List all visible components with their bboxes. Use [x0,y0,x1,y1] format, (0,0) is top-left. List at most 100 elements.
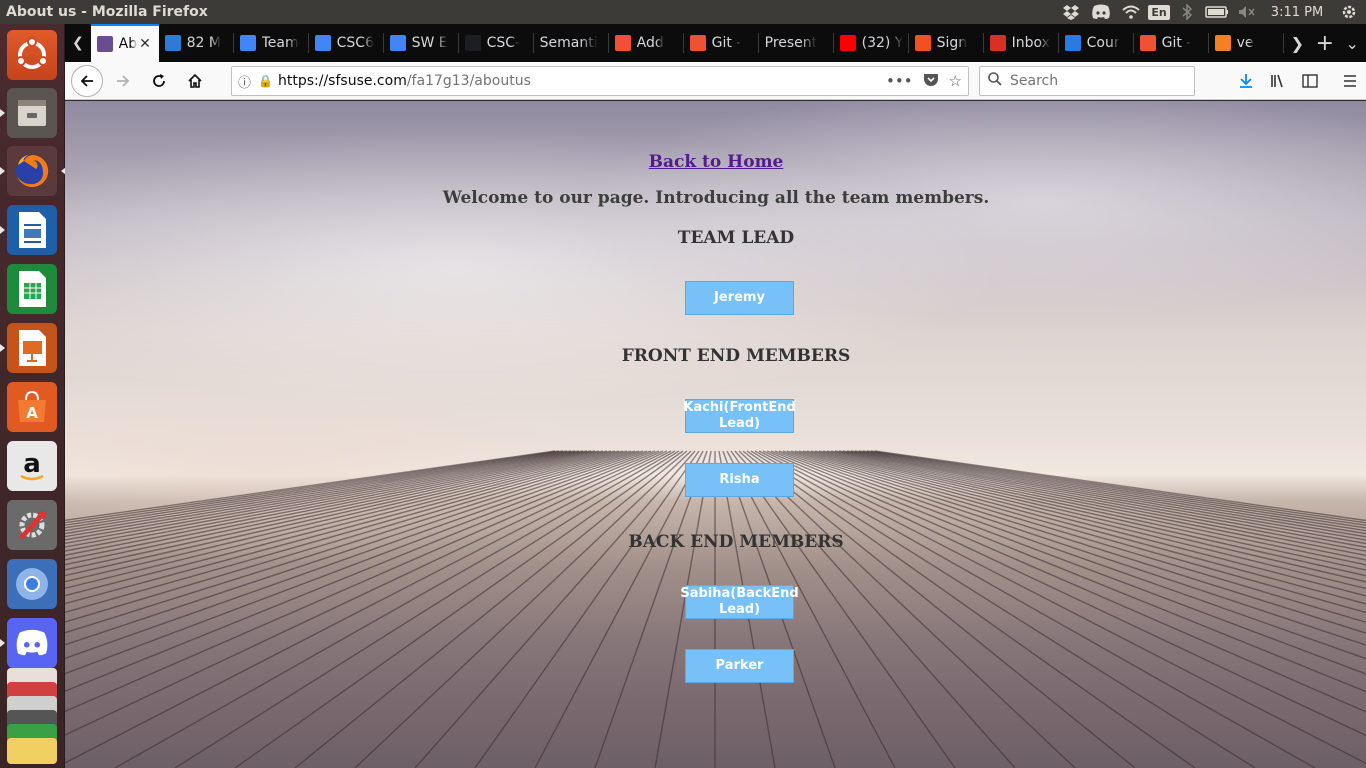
keyboard-layout-indicator[interactable]: En [1146,0,1172,24]
tab-15[interactable]: ve [1209,24,1284,62]
board-icon [164,35,181,51]
url-bar[interactable]: ⓘ 🔒 https://sfsuse.com/fa17g13/aboutus •… [231,66,969,96]
scroll-tabs-right-icon[interactable]: ❯ [1284,24,1311,62]
firefox-icon[interactable] [0,146,66,196]
tab-13[interactable]: Cour [1059,24,1134,62]
ubuntu-dash-icon[interactable] [7,30,57,80]
tab-9[interactable]: Present [759,24,834,62]
tab-label: CSC- [486,35,521,51]
tab-1[interactable]: 82 M [159,24,234,62]
libreoffice-impress-icon[interactable] [0,323,57,373]
tab-label: Team [261,35,299,51]
tab-8[interactable]: Git - [684,24,759,62]
tab-0[interactable]: Ab ✕ [90,24,159,62]
info-icon [1064,35,1081,51]
top-panel: About us - Mozilla Firefox En 3:11 PM [0,0,1366,24]
files-icon[interactable] [0,88,57,138]
docs-icon [389,35,406,51]
power-gear-icon[interactable] [1332,0,1366,24]
ubuntu-software-icon[interactable]: A [7,382,57,432]
toolbar-right [1230,62,1366,100]
back-to-home-link[interactable]: Back to Home [65,152,1366,172]
tab-label: Add [636,35,664,51]
tab-label: Git - [711,35,742,51]
tab-4[interactable]: SW E [384,24,459,62]
pocket-icon[interactable] [923,72,939,91]
sfsu-icon [96,36,113,52]
tab-3[interactable]: CSC6 [309,24,384,62]
tab-12[interactable]: Inbox [984,24,1059,62]
dropbox-icon[interactable] [1056,0,1086,24]
tab-14[interactable]: Git - [1134,24,1209,62]
menu-hamburger-icon[interactable] [1334,65,1366,97]
amazon-icon[interactable]: a [7,441,57,491]
libreoffice-writer-icon[interactable] [0,205,57,255]
secure-lock-icon[interactable]: 🔒 [258,74,274,88]
battery-icon[interactable] [1202,0,1232,24]
member-button-risha[interactable]: Risha [685,463,794,497]
launcher-overflow-stack[interactable] [7,668,57,764]
discord-icon[interactable] [0,618,57,668]
close-tab-icon[interactable]: ✕ [139,36,151,52]
back-button[interactable] [71,64,103,97]
downloads-icon[interactable] [1230,65,1262,97]
search-icon [988,72,1002,90]
url-text[interactable]: https://sfsuse.com/fa17g13/aboutus [278,73,531,89]
home-button[interactable] [179,65,211,97]
stackoverflow-icon [1214,35,1231,51]
member-button-kachi[interactable]: Kachi(FrontEnd Lead) [683,399,796,433]
search-bar[interactable]: Search [979,66,1195,96]
nav-bar: ⓘ 🔒 https://sfsuse.com/fa17g13/aboutus •… [65,62,1366,100]
list-all-tabs-icon[interactable]: ⌄ [1339,24,1366,62]
git-icon [614,35,631,51]
reload-button[interactable] [143,65,175,97]
unity-launcher: A a [0,24,66,768]
bookmark-star-icon[interactable]: ☆ [949,72,962,90]
library-icon[interactable] [1262,65,1294,97]
tab-10[interactable]: (32) Y [834,24,909,62]
forward-button[interactable] [107,65,139,97]
svg-text:A: A [26,404,38,422]
welcome-text: Welcome to our page. Introducing all the… [442,188,990,208]
bluetooth-icon[interactable] [1172,0,1202,24]
gmail-icon [989,35,1006,51]
window-title: About us - Mozilla Firefox [6,4,208,20]
youtube-icon [839,35,856,51]
volume-muted-icon[interactable] [1232,0,1262,24]
libreoffice-calc-icon[interactable] [7,264,57,314]
tab-2[interactable]: Team [234,24,309,62]
tab-label: Present [764,35,818,51]
tab-label: Inbox [1011,35,1050,51]
sidebar-icon[interactable] [1294,65,1326,97]
search-placeholder: Search [1010,73,1059,89]
discord-tray-icon[interactable] [1086,0,1116,24]
urlbar-actions: ••• ☆ [886,67,962,95]
new-tab-icon[interactable]: + [1311,24,1338,62]
tab-label: ve [1236,35,1254,51]
member-button-sabiha[interactable]: Sabiha(BackEnd Lead) [680,585,799,619]
docs-icon [314,35,331,51]
tab-label: (32) Y [861,35,903,51]
scroll-tabs-left-icon[interactable]: ❮ [65,24,91,62]
team-lead-heading: TEAM LEAD [677,228,795,248]
chromium-icon[interactable] [7,559,57,609]
tab-5[interactable]: CSC- [459,24,534,62]
tab-label: 82 M [186,35,221,51]
tab-strip: Ab ✕ 82 M Team CSC6 SW E CSC- Semanti Add Git - P… [90,24,1284,62]
tab-11[interactable]: Sign [909,24,984,62]
tab-6[interactable]: Semanti [534,24,609,62]
front-end-heading: FRONT END MEMBERS [621,346,851,366]
site-info-icon[interactable]: ⓘ [238,72,258,91]
member-button-jeremy[interactable]: Jeremy [685,281,794,315]
page-actions-icon[interactable]: ••• [886,72,913,90]
tab-7[interactable]: Add [609,24,684,62]
clock[interactable]: 3:11 PM [1262,0,1332,24]
svg-text:a: a [23,449,41,479]
tab-label: Ab [118,36,138,52]
member-button-parker[interactable]: Parker [685,649,794,683]
tab-label: SW E [411,35,448,51]
wifi-icon[interactable] [1116,0,1146,24]
system-settings-icon[interactable] [7,500,57,550]
github-icon [464,35,481,51]
microsoft-icon [914,35,931,51]
